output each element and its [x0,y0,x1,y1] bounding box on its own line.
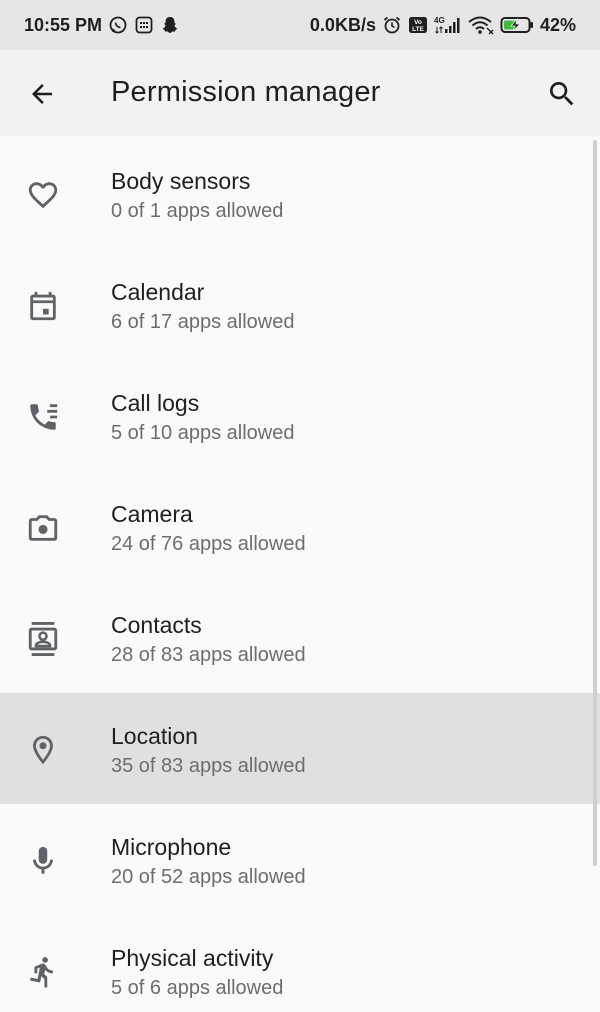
network-speed: 0.0KB/s [309,14,376,35]
location-pin-icon [24,731,62,769]
permission-label: Camera [111,501,193,527]
snapchat-icon [160,15,180,35]
signal-icon: 4G [434,15,462,35]
permission-label: Location [111,723,198,749]
permission-summary: 28 of 83 apps allowed [111,644,306,666]
alarm-icon [382,15,402,35]
call-log-icon [24,398,62,436]
permission-label: Call logs [111,390,200,416]
permission-summary: 35 of 83 apps allowed [111,755,306,777]
status-right: 0.0KB/s Vo LTE 4G 42% [310,15,576,36]
permission-summary: 6 of 17 apps allowed [111,311,295,333]
permission-item-physical-activity[interactable]: Physical activity 5 of 6 apps allowed [0,915,600,1012]
permission-label: Calendar [111,279,205,305]
permission-label: Physical activity [111,945,274,971]
app-notification-icon [134,15,154,35]
status-bar: 10:55 PM 0.0KB/s Vo LTE 4G 42% [0,0,600,50]
back-button[interactable] [18,70,66,118]
running-icon [24,953,62,991]
arrow-back-icon [32,84,52,104]
battery-percent: 42% [539,14,576,35]
permission-summary: 5 of 10 apps allowed [111,422,295,444]
svg-text:LTE: LTE [412,26,424,33]
page-title: Permission manager [111,76,381,108]
permission-label: Contacts [111,612,202,638]
permission-summary: 5 of 6 apps allowed [111,977,284,999]
status-left: 10:55 PM [24,15,180,36]
permission-item-microphone[interactable]: Microphone 20 of 52 apps allowed [0,804,600,915]
app-bar: Permission manager [0,50,600,136]
permission-item-body-sensors[interactable]: Body sensors 0 of 1 apps allowed [0,138,600,249]
permission-summary: 20 of 52 apps allowed [111,866,306,888]
permission-item-call-logs[interactable]: Call logs 5 of 10 apps allowed [0,360,600,471]
volte-icon: Vo LTE [408,16,428,34]
contacts-icon [24,620,62,658]
microphone-icon [24,842,62,880]
heart-icon [24,176,62,214]
scrollbar[interactable] [593,140,597,866]
battery-charging-icon [500,15,534,35]
permission-label: Body sensors [111,168,251,194]
calendar-icon [24,287,62,325]
permission-label: Microphone [111,834,232,860]
permission-item-calendar[interactable]: Calendar 6 of 17 apps allowed [0,249,600,360]
permission-list: Body sensors 0 of 1 apps allowed Calenda… [0,138,600,1012]
permission-item-camera[interactable]: Camera 24 of 76 apps allowed [0,471,600,582]
permission-item-location[interactable]: Location 35 of 83 apps allowed [0,693,600,804]
whatsapp-icon [108,15,128,35]
search-button[interactable] [538,70,586,118]
wifi-icon [468,15,494,35]
permission-item-contacts[interactable]: Contacts 28 of 83 apps allowed [0,582,600,693]
svg-text:4G: 4G [434,16,445,25]
camera-icon [24,509,62,547]
permission-summary: 24 of 76 apps allowed [111,533,306,555]
permission-summary: 0 of 1 apps allowed [111,200,284,222]
search-icon [550,82,574,106]
permission-manager-screen: 10:55 PM 0.0KB/s Vo LTE 4G 42% Permissio… [0,0,600,1012]
svg-text:Vo: Vo [414,19,422,26]
status-time: 10:55 PM [24,14,103,35]
